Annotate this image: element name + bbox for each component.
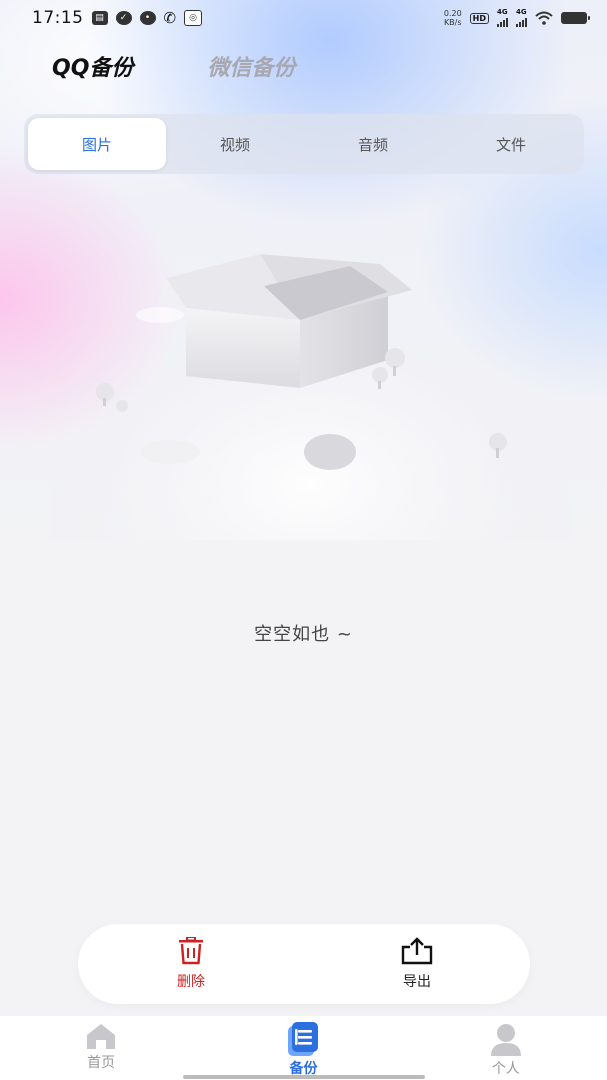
signal-icon-sim2: 4G	[516, 8, 527, 27]
status-bar: 17:15 ▤ ✓ • ✆ ◎ 0.20 KB/s HD 4G 4G	[0, 0, 607, 36]
nav-profile[interactable]: 个人	[446, 1022, 566, 1078]
empty-state-text: 空空如也 ~	[254, 624, 353, 645]
nav-home-label: 首页	[87, 1055, 116, 1071]
export-label: 导出	[403, 974, 431, 990]
status-time: 17:15	[32, 8, 84, 28]
segment-images[interactable]: 图片	[28, 118, 166, 170]
person-icon	[490, 1024, 521, 1056]
action-bar: 删除 导出	[78, 924, 530, 1004]
segment-files[interactable]: 文件	[442, 118, 580, 170]
nav-backup[interactable]: 备份	[243, 1022, 363, 1078]
tab-qq-backup-label: QQ备份	[52, 56, 134, 81]
sim2-label: 4G	[516, 8, 527, 16]
net-speed-unit: KB/s	[443, 18, 462, 27]
file-type-segmented-control: 图片 视频 音频 文件	[24, 114, 584, 174]
app-icon: ◎	[184, 10, 203, 26]
bottom-navigation: 首页 备份 个人	[0, 1016, 607, 1080]
segment-audio[interactable]: 音频	[304, 118, 442, 170]
empty-box-illustration	[50, 254, 570, 540]
nav-profile-label: 个人	[491, 1061, 520, 1077]
battery-icon	[561, 12, 590, 24]
backup-source-tabs: QQ备份 微信备份	[51, 50, 295, 95]
phone-icon: ✆	[163, 9, 177, 27]
signal-icon-sim1: 4G	[497, 8, 508, 27]
net-speed-value: 0.20	[443, 9, 462, 18]
status-right: 0.20 KB/s HD 4G 4G	[444, 8, 590, 27]
delete-label: 删除	[177, 974, 205, 990]
sim1-label: 4G	[497, 8, 508, 16]
home-indicator	[183, 1075, 425, 1079]
tab-wechat-backup-label: 微信备份	[207, 56, 296, 81]
check-icon: ✓	[115, 11, 132, 25]
backup-icon	[288, 1022, 319, 1056]
tab-wechat-backup[interactable]: 微信备份	[207, 50, 295, 82]
trash-icon	[179, 937, 203, 965]
wifi-icon	[535, 11, 553, 25]
home-icon	[87, 1024, 116, 1049]
planet-crater	[304, 434, 356, 470]
net-speed: 0.20 KB/s	[444, 9, 462, 27]
segment-videos[interactable]: 视频	[166, 118, 304, 170]
export-icon	[401, 937, 433, 965]
export-button[interactable]: 导出	[304, 937, 530, 991]
message-icon: •	[139, 11, 156, 25]
nav-home[interactable]: 首页	[41, 1022, 161, 1072]
gallery-icon: ▤	[91, 11, 108, 25]
status-left: 17:15 ▤ ✓ • ✆ ◎	[32, 8, 203, 28]
hd-icon: HD	[469, 12, 489, 24]
tab-qq-backup[interactable]: QQ备份	[51, 50, 145, 95]
delete-button[interactable]: 删除	[78, 937, 304, 991]
